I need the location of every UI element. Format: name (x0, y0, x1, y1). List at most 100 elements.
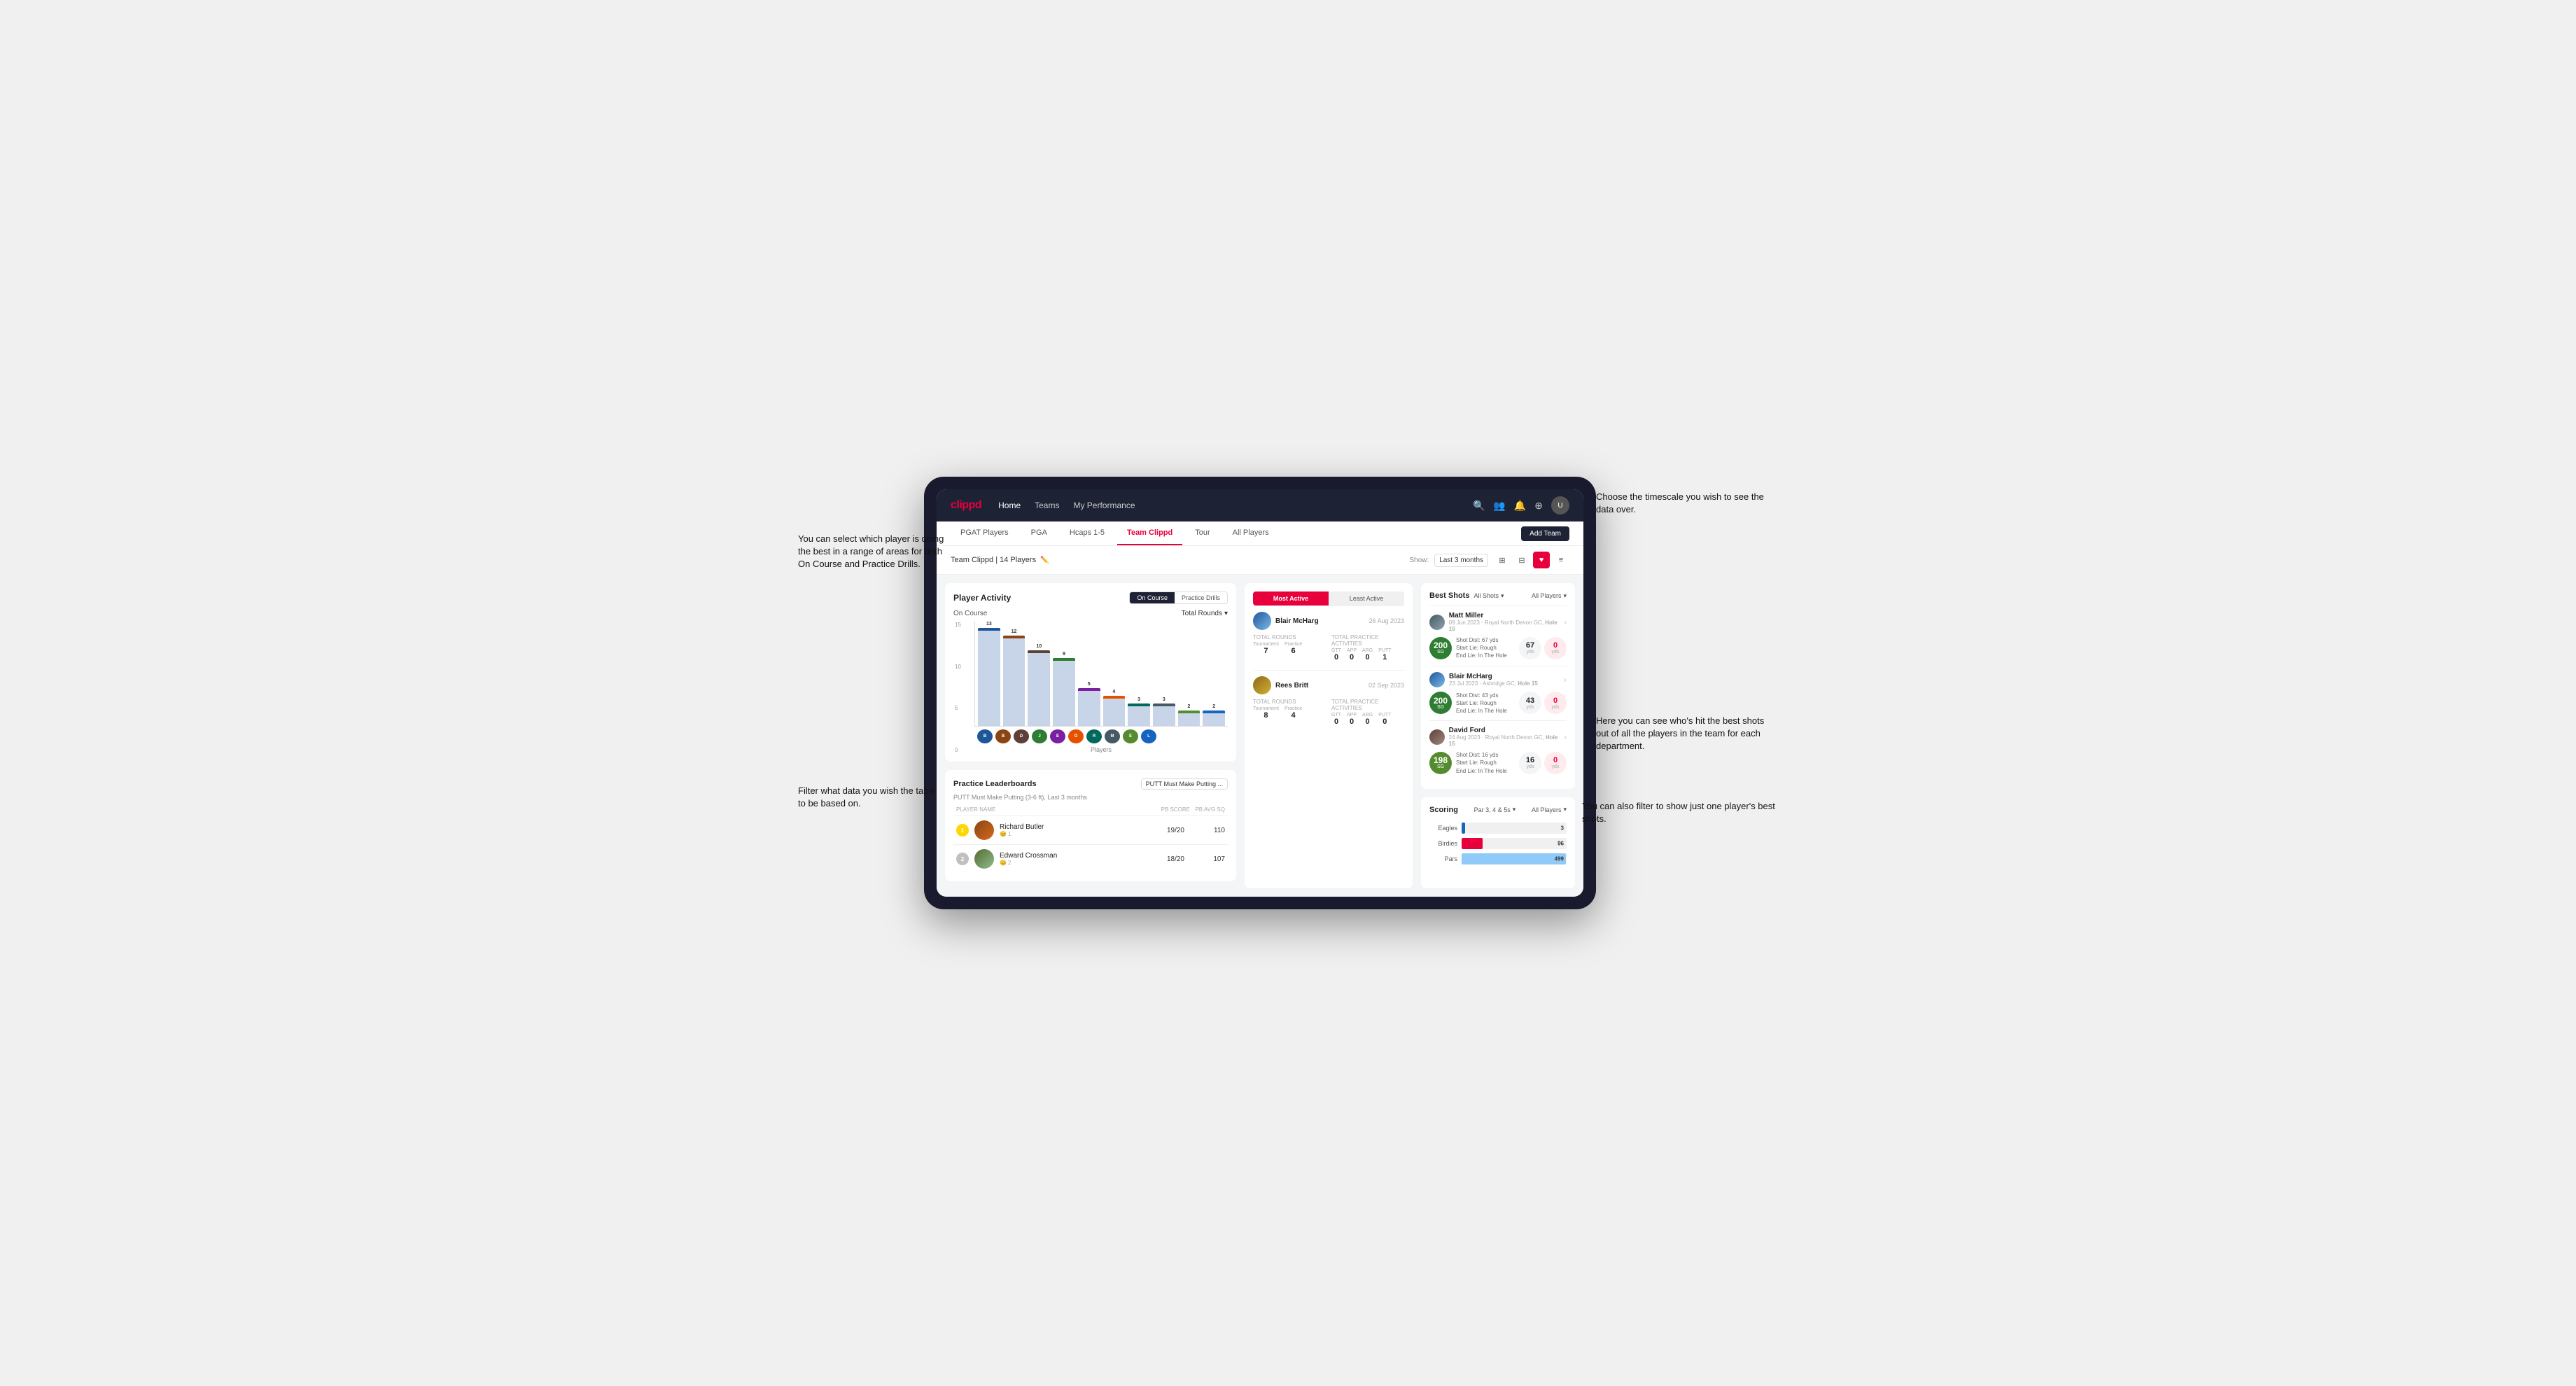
bar-chart-container: 15 10 5 0 1312109543322 BBDJEORMEL (974, 622, 1228, 753)
practice-activities-label: Total Practice Activities (1331, 634, 1404, 647)
player-rank-edward: 😊2 (1000, 860, 1144, 866)
main-content: Player Activity On Course Practice Drill… (937, 575, 1583, 897)
leaderboard-header: Practice Leaderboards PUTT Must Make Put… (953, 778, 1228, 790)
least-active-tab[interactable]: Least Active (1329, 592, 1404, 606)
on-course-toggle[interactable]: On Course (1130, 592, 1175, 603)
shot-meta-3: 24 Aug 2023 · Royal North Devon GC, Hole… (1449, 734, 1564, 747)
shot-yards-group-3: 16 yds 0 yds (1519, 752, 1567, 774)
add-circle-icon[interactable]: ⊕ (1534, 500, 1543, 512)
shot-player-details-3: David Ford 24 Aug 2023 · Royal North Dev… (1449, 727, 1564, 747)
list-view-button[interactable]: ≡ (1553, 552, 1569, 568)
nav-links: Home Teams My Performance (998, 500, 1456, 510)
most-active-tab[interactable]: Most Active (1253, 592, 1329, 606)
scoring-all-players[interactable]: All Players ▾ (1532, 806, 1567, 813)
birdies-value: 96 (1558, 840, 1564, 846)
putt-rees: PUTT 0 (1378, 713, 1391, 726)
practice-drills-toggle[interactable]: Practice Drills (1175, 592, 1227, 603)
player-avatar-edward (974, 849, 994, 869)
shots-filter[interactable]: All Shots ▾ (1474, 592, 1504, 600)
gtt-rees: GTT 0 (1331, 713, 1341, 726)
apc-total-rounds-rees: Total Rounds Tournament 8 Practice (1253, 699, 1326, 726)
chart-dropdown[interactable]: Total Rounds ▾ (1182, 610, 1228, 617)
shot-yards-unit-red-3: yds (1552, 764, 1560, 769)
app-rees: APP 0 (1347, 713, 1357, 726)
tab-pgat-players[interactable]: PGAT Players (951, 522, 1018, 545)
leaderboard-dropdown[interactable]: PUTT Must Make Putting ... (1141, 778, 1228, 790)
grid-alt-view-button[interactable]: ⊟ (1513, 552, 1530, 568)
tablet-frame: clippd Home Teams My Performance 🔍 👥 🔔 ⊕… (924, 477, 1596, 909)
avatar[interactable]: U (1551, 496, 1569, 514)
shot-chevron-3[interactable]: › (1564, 732, 1567, 742)
arg-rees: ARG 0 (1362, 713, 1373, 726)
all-players-arrow: ▾ (1563, 592, 1567, 600)
shot-chevron-1[interactable]: › (1564, 617, 1567, 627)
tab-tour[interactable]: Tour (1185, 522, 1219, 545)
shot-details-1: 200 SG Shot Dist: 67 yds Start Lie: Roug… (1429, 636, 1567, 660)
add-team-button[interactable]: Add Team (1521, 526, 1569, 541)
player-avatar-richard (974, 820, 994, 840)
edit-icon[interactable]: ✏️ (1040, 556, 1049, 564)
total-rounds-label: Total Rounds (1253, 634, 1326, 640)
team-header: Team Clippd | 14 Players ✏️ Show: Last 3… (937, 546, 1583, 575)
scoring-filter[interactable]: Par 3, 4 & 5s ▾ (1474, 806, 1516, 813)
tab-team-clippd[interactable]: Team Clippd (1117, 522, 1182, 545)
practice-rounds: Practice 6 (1284, 642, 1302, 655)
apc-stats-rees: Total Rounds Tournament 8 Practice (1253, 699, 1404, 726)
shot-yards-unit-red-1: yds (1552, 650, 1560, 654)
shot-yards-box-red-1: 0 yds (1544, 637, 1567, 659)
shot-info-1: Shot Dist: 67 yds Start Lie: Rough End L… (1456, 636, 1515, 660)
nav-teams[interactable]: Teams (1035, 500, 1059, 510)
pars-value: 499 (1555, 855, 1564, 862)
view-icons: ⊞ ⊟ ♥ ≡ (1494, 552, 1569, 568)
people-icon[interactable]: 👥 (1493, 500, 1505, 512)
team-name-text: Team Clippd | 14 Players (951, 556, 1036, 564)
eagles-bar (1462, 822, 1465, 834)
bar-group-5: 4 (1103, 690, 1126, 726)
shot-player-name-3: David Ford (1449, 727, 1564, 734)
apc-practice-activities: Total Practice Activities GTT 0 APP (1331, 634, 1404, 662)
tab-pga[interactable]: PGA (1021, 522, 1057, 545)
time-filter-select[interactable]: Last 3 months (1434, 554, 1488, 567)
scoring-row-pars: Pars 499 (1429, 853, 1567, 864)
apc-total-rounds: Total Rounds Tournament 7 Practice (1253, 634, 1326, 662)
app-col: APP 0 (1347, 648, 1357, 662)
leaderboard-row-1: 1 Richard Butler 😊1 19/20 110 (953, 816, 1228, 844)
rank-badge-1: 1 (956, 824, 969, 836)
practice-activities-values-rees: GTT 0 APP 0 (1331, 713, 1404, 726)
shot-badge-1: 200 SG (1429, 637, 1452, 659)
tab-hcaps[interactable]: Hcaps 1-5 (1060, 522, 1114, 545)
shot-badge-sg-2: SG (1437, 705, 1444, 710)
heart-view-button[interactable]: ♥ (1533, 552, 1550, 568)
tab-all-players[interactable]: All Players (1223, 522, 1279, 545)
shot-player-row-2: Blair McHarg 23 Jul 2023 · Ashridge GC, … (1429, 672, 1567, 687)
shot-yards-box-3: 16 yds (1519, 752, 1541, 774)
annotation-middle-left: Filter what data you wish the table to b… (798, 785, 938, 810)
nav-my-performance[interactable]: My Performance (1073, 500, 1135, 510)
apc-header-2: Rees Britt 02 Sep 2023 (1253, 676, 1404, 694)
logo: clippd (951, 499, 981, 512)
shot-player-row-3: David Ford 24 Aug 2023 · Royal North Dev… (1429, 727, 1567, 747)
player-activity-title: Player Activity (953, 593, 1011, 603)
shot-badge-num-3: 198 (1434, 756, 1448, 764)
apc-date-blair: 26 Aug 2023 (1368, 617, 1404, 624)
bell-icon[interactable]: 🔔 (1514, 500, 1526, 512)
chart-section-label: On Course (953, 610, 987, 617)
bar-group-1: 12 (1003, 629, 1026, 726)
practice-activities-values: GTT 0 APP 0 (1331, 648, 1404, 662)
all-players-filter[interactable]: All Players ▾ (1532, 592, 1567, 600)
nav-home[interactable]: Home (998, 500, 1021, 510)
shot-yards-unit-red-2: yds (1552, 705, 1560, 710)
shot-player-info-1: Matt Miller 09 Jun 2023 · Royal North De… (1429, 612, 1564, 632)
search-icon[interactable]: 🔍 (1473, 500, 1485, 512)
rank-badge-2: 2 (956, 853, 969, 865)
leaderboard-columns: Player Name PB Score PB Avg SQ (953, 806, 1228, 813)
scoring-title: Scoring (1429, 806, 1458, 814)
shot-badge-sg-3: SG (1437, 764, 1444, 769)
practice-activities-label-rees: Total Practice Activities (1331, 699, 1404, 711)
shot-yards-group-2: 43 yds 0 yds (1519, 692, 1567, 714)
grid-view-button[interactable]: ⊞ (1494, 552, 1511, 568)
shot-chevron-2[interactable]: › (1564, 675, 1567, 685)
shot-card-3: David Ford 24 Aug 2023 · Royal North Dev… (1429, 720, 1567, 780)
shot-player-details-1: Matt Miller 09 Jun 2023 · Royal North De… (1449, 612, 1564, 632)
shot-yards-val-2: 43 (1526, 696, 1534, 705)
